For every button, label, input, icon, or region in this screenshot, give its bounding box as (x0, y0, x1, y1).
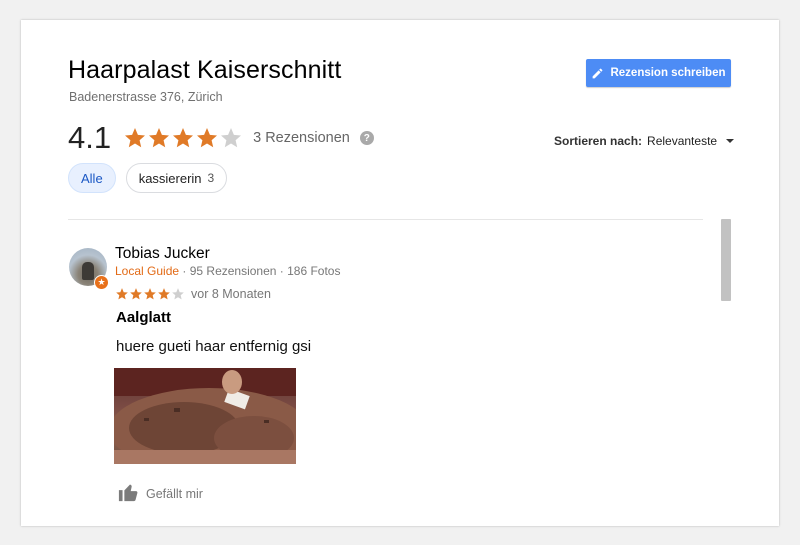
write-review-button[interactable]: Rezension schreiben (586, 59, 731, 87)
scrollbar-thumb[interactable] (721, 219, 731, 301)
divider (68, 219, 703, 220)
filter-chip-count: 3 (207, 171, 215, 185)
pencil-icon (591, 67, 604, 80)
review-title: Aalglatt (116, 309, 172, 326)
filter-chip-label: Alle (81, 170, 103, 186)
place-address: Badenerstrasse 376, Zürich (69, 90, 223, 104)
summary-star-5 (221, 128, 242, 148)
place-title: Haarpalast Kaiserschnitt (68, 56, 342, 84)
review-text: huere gueti haar entfernig gsi (116, 338, 312, 355)
help-icon[interactable]: ? (359, 131, 374, 145)
filter-chips: Alle kassiererin 3 (68, 163, 228, 193)
reviewer-name[interactable]: Tobias Jucker (115, 245, 210, 263)
review-stars (115, 287, 185, 301)
write-review-label: Rezension schreiben (610, 67, 726, 79)
review-count[interactable]: 3 Rezensionen (253, 130, 350, 146)
rating-summary: 4.1 3 Rezensionen ? (68, 120, 374, 156)
review-star-2 (130, 288, 142, 300)
review-time: vor 8 Monaten (191, 287, 271, 301)
avatar-photo (82, 262, 94, 280)
reviewer-stats: · 95 Rezensionen · 186 Fotos (182, 264, 341, 278)
review-photo[interactable] (114, 368, 296, 464)
summary-star-3 (173, 128, 194, 148)
avatar[interactable]: ★ (69, 248, 109, 290)
sort-dropdown[interactable]: Sortieren nach: Relevanteste (554, 134, 735, 148)
summary-star-4 (197, 128, 218, 148)
review-star-4 (158, 288, 170, 300)
local-guide-label: Local Guide (115, 264, 180, 278)
summary-star-2 (149, 128, 170, 148)
summary-star-1 (125, 128, 146, 148)
summary-stars (123, 126, 243, 150)
review-photo-image (114, 368, 296, 464)
review-star-5 (172, 288, 184, 300)
like-button[interactable]: Gefällt mir (117, 482, 203, 505)
review-star-1 (116, 288, 128, 300)
sort-label: Sortieren nach: (554, 134, 643, 148)
reviews-panel: Haarpalast Kaiserschnitt Badenerstrasse … (21, 20, 779, 526)
sort-value: Relevanteste (647, 134, 718, 148)
review-star-3 (144, 288, 156, 300)
filter-chip-alle[interactable]: Alle (68, 163, 116, 193)
caret-down-icon (726, 139, 735, 143)
like-label: Gefällt mir (146, 486, 203, 501)
filter-chip-kassiererin[interactable]: kassiererin 3 (125, 163, 228, 193)
thumbs-up-icon (117, 482, 139, 505)
reviewer-meta: Local Guide · 95 Rezensionen · 186 Fotos (115, 264, 340, 278)
filter-chip-label: kassiererin (138, 170, 202, 186)
average-rating: 4.1 (68, 120, 112, 155)
review-rating-row: vor 8 Monaten (115, 287, 271, 301)
local-guide-star-icon: ★ (94, 275, 109, 290)
